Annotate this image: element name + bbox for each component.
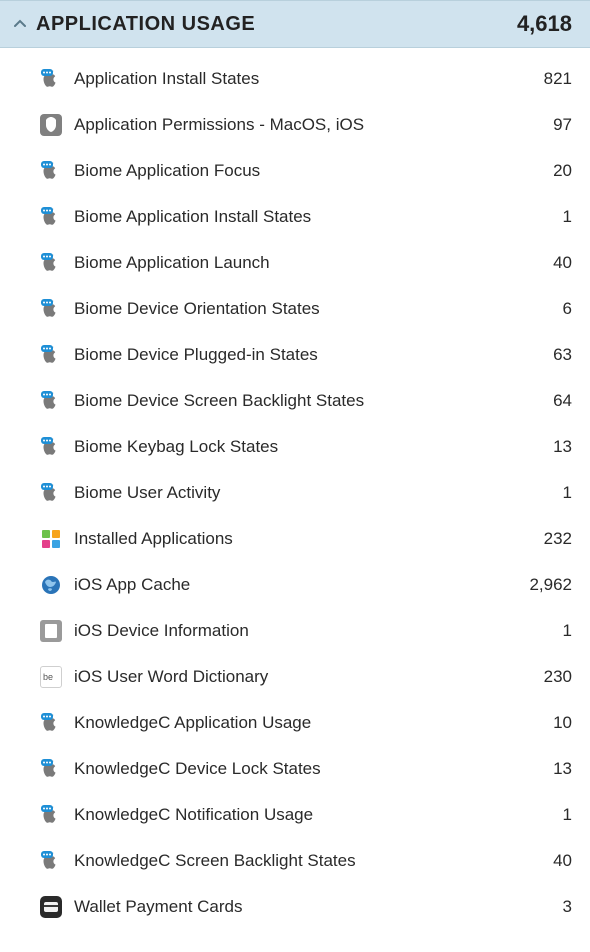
list-item[interactable]: KnowledgeC Screen Backlight States 40 bbox=[0, 838, 590, 884]
list-item[interactable]: Application Permissions - MacOS, iOS 97 bbox=[0, 102, 590, 148]
list-item[interactable]: Biome Application Install States 1 bbox=[0, 194, 590, 240]
apple-badge-icon bbox=[40, 298, 62, 320]
apple-badge-icon bbox=[40, 390, 62, 412]
item-count: 1 bbox=[563, 483, 572, 503]
item-count: 40 bbox=[553, 253, 572, 273]
list-item[interactable]: iOS App Cache 2,962 bbox=[0, 562, 590, 608]
item-count: 97 bbox=[553, 115, 572, 135]
item-count: 13 bbox=[553, 759, 572, 779]
item-count: 1 bbox=[563, 805, 572, 825]
item-count: 1 bbox=[563, 207, 572, 227]
list-item[interactable]: Wallet Payment Cards 3 bbox=[0, 884, 590, 930]
list-item[interactable]: be iOS User Word Dictionary 230 bbox=[0, 654, 590, 700]
item-count: 3 bbox=[563, 897, 572, 917]
item-label: KnowledgeC Notification Usage bbox=[74, 805, 553, 825]
item-label: Biome Device Screen Backlight States bbox=[74, 391, 543, 411]
wallet-icon bbox=[40, 896, 62, 918]
item-label: Biome Device Orientation States bbox=[74, 299, 553, 319]
item-label: Biome Keybag Lock States bbox=[74, 437, 543, 457]
item-label: iOS App Cache bbox=[74, 575, 519, 595]
apple-badge-icon bbox=[40, 68, 62, 90]
svg-text:be: be bbox=[43, 672, 53, 682]
list-item[interactable]: iOS Device Information 1 bbox=[0, 608, 590, 654]
list-item[interactable]: KnowledgeC Device Lock States 13 bbox=[0, 746, 590, 792]
item-label: KnowledgeC Application Usage bbox=[74, 713, 543, 733]
list-item[interactable]: Installed Applications 232 bbox=[0, 516, 590, 562]
dictionary-icon: be bbox=[40, 666, 62, 688]
item-count: 13 bbox=[553, 437, 572, 457]
device-info-icon bbox=[40, 620, 62, 642]
list-item[interactable]: Biome Device Screen Backlight States 64 bbox=[0, 378, 590, 424]
item-label: Application Install States bbox=[74, 69, 534, 89]
item-label: Biome Application Launch bbox=[74, 253, 543, 273]
apple-badge-icon bbox=[40, 850, 62, 872]
item-label: iOS Device Information bbox=[74, 621, 553, 641]
apple-badge-icon bbox=[40, 482, 62, 504]
item-count: 63 bbox=[553, 345, 572, 365]
item-count: 64 bbox=[553, 391, 572, 411]
item-count: 1 bbox=[563, 621, 572, 641]
item-label: Wallet Payment Cards bbox=[74, 897, 553, 917]
item-count: 232 bbox=[544, 529, 572, 549]
chevron-up-icon bbox=[14, 18, 26, 30]
apple-badge-icon bbox=[40, 252, 62, 274]
section-header[interactable]: APPLICATION USAGE 4,618 bbox=[0, 0, 590, 48]
item-count: 40 bbox=[553, 851, 572, 871]
apple-badge-icon bbox=[40, 206, 62, 228]
item-label: Application Permissions - MacOS, iOS bbox=[74, 115, 543, 135]
item-label: Biome Device Plugged-in States bbox=[74, 345, 543, 365]
apple-badge-icon bbox=[40, 344, 62, 366]
item-label: Biome User Activity bbox=[74, 483, 553, 503]
item-label: iOS User Word Dictionary bbox=[74, 667, 534, 687]
item-label: Installed Applications bbox=[74, 529, 534, 549]
section-title: APPLICATION USAGE bbox=[36, 13, 255, 36]
apple-badge-icon bbox=[40, 436, 62, 458]
apple-badge-icon bbox=[40, 712, 62, 734]
item-count: 230 bbox=[544, 667, 572, 687]
globe-icon bbox=[40, 574, 62, 596]
item-count: 20 bbox=[553, 161, 572, 181]
list-item[interactable]: KnowledgeC Application Usage 10 bbox=[0, 700, 590, 746]
list-item[interactable]: KnowledgeC Notification Usage 1 bbox=[0, 792, 590, 838]
item-label: KnowledgeC Device Lock States bbox=[74, 759, 543, 779]
section-count: 4,618 bbox=[517, 11, 572, 37]
list-item[interactable]: Application Install States 821 bbox=[0, 56, 590, 102]
apple-badge-icon bbox=[40, 758, 62, 780]
installed-apps-icon bbox=[40, 528, 62, 550]
list-item[interactable]: Biome Application Launch 40 bbox=[0, 240, 590, 286]
list-item[interactable]: Biome User Activity 1 bbox=[0, 470, 590, 516]
items-list: Application Install States 821 Applicatio… bbox=[0, 48, 590, 934]
list-item[interactable]: Biome Device Orientation States 6 bbox=[0, 286, 590, 332]
item-label: KnowledgeC Screen Backlight States bbox=[74, 851, 543, 871]
apple-badge-icon bbox=[40, 160, 62, 182]
permissions-icon bbox=[40, 114, 62, 136]
item-count: 2,962 bbox=[529, 575, 572, 595]
item-count: 6 bbox=[563, 299, 572, 319]
list-item[interactable]: Biome Device Plugged-in States 63 bbox=[0, 332, 590, 378]
list-item[interactable]: Biome Application Focus 20 bbox=[0, 148, 590, 194]
item-count: 821 bbox=[544, 69, 572, 89]
item-label: Biome Application Install States bbox=[74, 207, 553, 227]
apple-badge-icon bbox=[40, 804, 62, 826]
item-count: 10 bbox=[553, 713, 572, 733]
item-label: Biome Application Focus bbox=[74, 161, 543, 181]
list-item[interactable]: Biome Keybag Lock States 13 bbox=[0, 424, 590, 470]
